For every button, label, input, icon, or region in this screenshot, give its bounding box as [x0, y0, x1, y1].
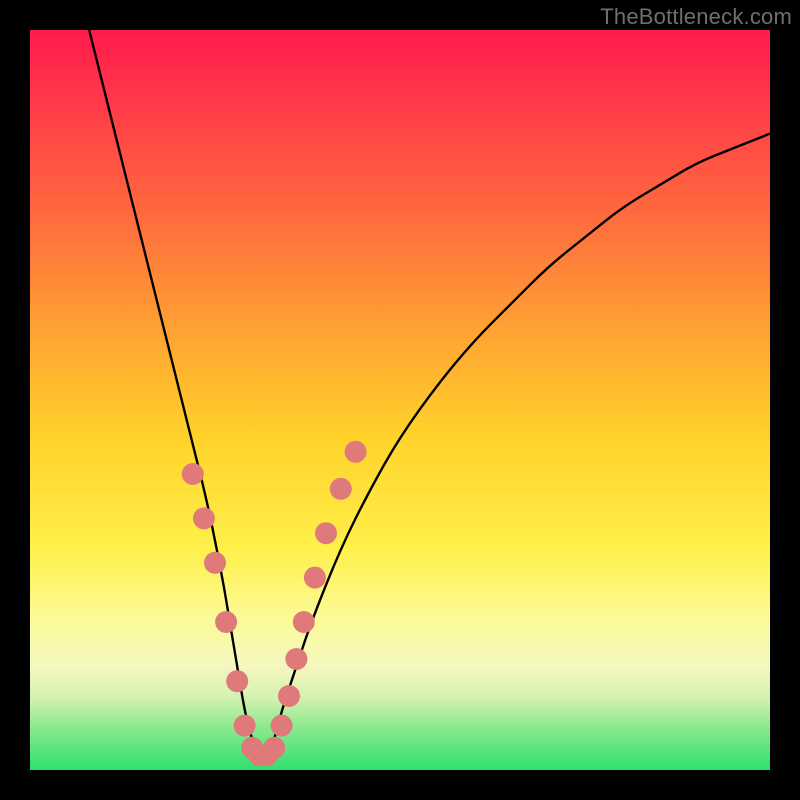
- marker-dot: [293, 611, 315, 633]
- marker-dot: [345, 441, 367, 463]
- marker-dot: [193, 507, 215, 529]
- marker-dot: [263, 737, 285, 759]
- highlight-dots: [182, 441, 367, 766]
- curve-layer: [89, 30, 770, 755]
- marker-dot: [182, 463, 204, 485]
- marker-dot: [315, 522, 337, 544]
- marker-dot: [215, 611, 237, 633]
- marker-dot: [234, 715, 256, 737]
- marker-dot: [304, 567, 326, 589]
- chart-svg: [30, 30, 770, 770]
- marker-dot: [226, 670, 248, 692]
- marker-dot: [204, 552, 226, 574]
- watermark-text: TheBottleneck.com: [600, 4, 792, 30]
- marker-dot: [285, 648, 307, 670]
- bottleneck-curve: [89, 30, 770, 755]
- marker-dot: [278, 685, 300, 707]
- plot-area: [30, 30, 770, 770]
- chart-frame: TheBottleneck.com: [0, 0, 800, 800]
- marker-dot: [271, 715, 293, 737]
- marker-dot: [330, 478, 352, 500]
